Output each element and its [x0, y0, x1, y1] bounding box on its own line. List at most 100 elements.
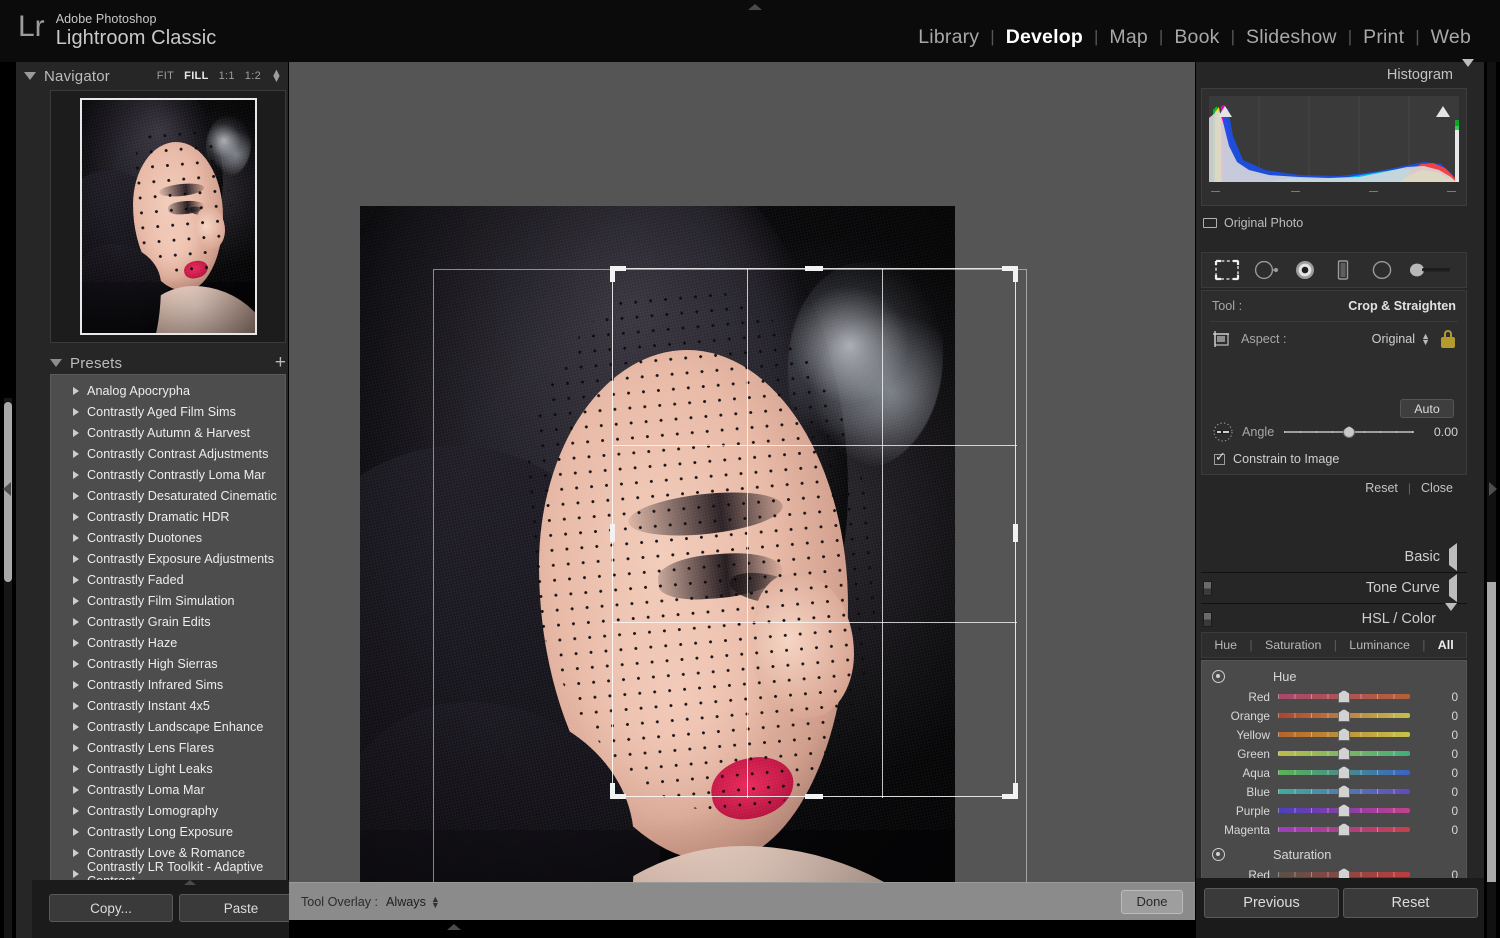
preset-group-item[interactable]: Contrastly Lomography — [51, 800, 285, 821]
tool-overlay-stepper-icon[interactable]: ▲ ▼ — [431, 894, 440, 909]
hsl-slider-aqua[interactable] — [1278, 766, 1410, 779]
collapse-left-panel-icon[interactable] — [3, 482, 11, 496]
section-tone-curve[interactable]: Tone Curve — [1201, 573, 1467, 603]
module-book[interactable]: Book — [1163, 24, 1230, 50]
preset-group-item[interactable]: Contrastly Lens Flares — [51, 737, 285, 758]
spot-removal-tool-icon[interactable] — [1253, 259, 1279, 281]
graduated-filter-tool-icon[interactable] — [1330, 259, 1356, 281]
image-canvas[interactable] — [289, 62, 1195, 882]
collapse-right-panel-icon[interactable] — [1489, 482, 1497, 496]
crop-handle-bottom-middle[interactable] — [805, 794, 823, 799]
adjustment-brush-tool-icon[interactable] — [1408, 259, 1454, 281]
topbar-collapse-arrow-icon[interactable] — [748, 4, 762, 10]
hsl-slider-value[interactable]: 0 — [1424, 747, 1458, 761]
preset-group-item[interactable]: Contrastly Haze — [51, 632, 285, 653]
hsl-tab-all[interactable]: All — [1438, 638, 1454, 652]
paste-button[interactable]: Paste — [179, 894, 303, 922]
hsl-slider-value[interactable]: 0 — [1424, 728, 1458, 742]
constrain-to-image-checkbox[interactable] — [1214, 450, 1226, 465]
hsl-tab-hue[interactable]: Hue — [1214, 638, 1237, 652]
preset-group-item[interactable]: Contrastly Instant 4x5 — [51, 695, 285, 716]
hsl-slider-knob[interactable] — [1338, 804, 1350, 817]
filmstrip-expand-icon[interactable] — [447, 924, 461, 930]
module-slideshow[interactable]: Slideshow — [1235, 24, 1348, 50]
right-scrollbar-thumb[interactable] — [1487, 582, 1496, 882]
highlight-clipping-indicator-icon[interactable] — [1436, 106, 1450, 117]
angle-slider[interactable] — [1284, 426, 1414, 438]
hsl-slider-magenta[interactable] — [1278, 823, 1410, 836]
hsl-slider-green[interactable] — [1278, 747, 1410, 760]
tool-overlay-value[interactable]: Always — [386, 895, 426, 909]
hsl-tab-saturation[interactable]: Saturation — [1265, 638, 1321, 652]
module-web[interactable]: Web — [1420, 24, 1482, 50]
targeted-adjustment-tool-icon[interactable] — [1212, 847, 1225, 861]
hsl-slider-yellow[interactable] — [1278, 728, 1410, 741]
crop-close-button[interactable]: Close — [1421, 481, 1453, 495]
crop-handle-bottom-left[interactable] — [610, 783, 615, 799]
hsl-slider-value[interactable]: 0 — [1424, 766, 1458, 780]
module-map[interactable]: Map — [1098, 24, 1159, 50]
hsl-tab-luminance[interactable]: Luminance — [1349, 638, 1410, 652]
navigator-header[interactable]: Navigator FIT FILL 1:1 1:2 ▲ ▼ — [16, 62, 288, 90]
histogram-plot[interactable] — [1209, 96, 1459, 182]
shadow-clipping-indicator-icon[interactable] — [1218, 106, 1232, 117]
hsl-slider-value[interactable]: 0 — [1424, 823, 1458, 837]
hsl-slider-knob[interactable] — [1338, 785, 1350, 798]
aspect-lock-icon[interactable] — [1440, 330, 1456, 348]
navigator-zoom-fill[interactable]: FILL — [184, 70, 208, 82]
hsl-slider-knob[interactable] — [1338, 709, 1350, 722]
hsl-slider-orange[interactable] — [1278, 709, 1410, 722]
preset-group-item[interactable]: Contrastly Grain Edits — [51, 611, 285, 632]
preset-group-item[interactable]: Contrastly Duotones — [51, 527, 285, 548]
navigator-preview-frame[interactable] — [50, 90, 286, 343]
preset-group-item[interactable]: Contrastly Contrast Adjustments — [51, 443, 285, 464]
hsl-slider-knob[interactable] — [1338, 690, 1350, 703]
crop-handle-top-right[interactable] — [1013, 266, 1018, 282]
crop-handle-top-middle[interactable] — [805, 266, 823, 271]
preset-group-item[interactable]: Contrastly Light Leaks — [51, 758, 285, 779]
red-eye-correction-tool-icon[interactable] — [1292, 259, 1318, 281]
preset-group-item[interactable]: Contrastly Loma Mar — [51, 779, 285, 800]
angle-value[interactable]: 0.00 — [1424, 425, 1458, 439]
angle-slider-knob[interactable] — [1343, 426, 1356, 438]
crop-handle-top-left[interactable] — [610, 266, 615, 282]
original-photo-row[interactable]: Original Photo — [1203, 212, 1467, 234]
hsl-slider-knob[interactable] — [1338, 728, 1350, 741]
hsl-slider-knob[interactable] — [1338, 747, 1350, 760]
preset-group-item[interactable]: Contrastly Long Exposure — [51, 821, 285, 842]
section-hsl-color[interactable]: HSL / Color — [1201, 603, 1467, 634]
hsl-slider-red[interactable] — [1278, 868, 1410, 881]
preset-group-item[interactable]: Contrastly Contrastly Loma Mar — [51, 464, 285, 485]
navigator-thumbnail[interactable] — [79, 98, 257, 335]
done-button[interactable]: Done — [1121, 889, 1183, 914]
preset-group-item[interactable]: Contrastly Film Simulation — [51, 590, 285, 611]
radial-filter-tool-icon[interactable] — [1369, 259, 1395, 281]
module-print[interactable]: Print — [1352, 24, 1415, 50]
crop-handle-left-middle[interactable] — [610, 523, 615, 542]
preset-group-item[interactable]: Contrastly Infrared Sims — [51, 674, 285, 695]
left-footer-collapse-icon[interactable] — [184, 880, 196, 885]
preset-group-item[interactable]: Contrastly Exposure Adjustments — [51, 548, 285, 569]
module-library[interactable]: Library — [907, 24, 990, 50]
auto-straighten-button[interactable]: Auto — [1400, 399, 1454, 418]
preset-group-item[interactable]: Contrastly Aged Film Sims — [51, 401, 285, 422]
preset-group-item[interactable]: Contrastly Desaturated Cinematic — [51, 485, 285, 506]
reset-button[interactable]: Reset — [1343, 888, 1478, 918]
presets-header[interactable]: Presets + — [50, 350, 286, 376]
section-basic[interactable]: Basic — [1201, 542, 1467, 572]
preset-group-item[interactable]: Contrastly High Sierras — [51, 653, 285, 674]
aspect-value[interactable]: Original — [1372, 332, 1415, 346]
navigator-zoom-fit[interactable]: FIT — [157, 70, 174, 82]
presets-list[interactable]: Analog Apocrypha Contrastly Aged Film Sim… — [50, 374, 286, 936]
preset-group-item[interactable]: Analog Apocrypha — [51, 380, 285, 401]
crop-frame-tool-icon[interactable] — [1212, 330, 1232, 348]
preset-group-item[interactable]: Contrastly Dramatic HDR — [51, 506, 285, 527]
crop-handle-right-middle[interactable] — [1013, 523, 1018, 542]
hsl-slider-blue[interactable] — [1278, 785, 1410, 798]
crop-reset-button[interactable]: Reset — [1365, 481, 1398, 495]
add-preset-icon[interactable]: + — [275, 353, 286, 372]
preset-group-item[interactable]: Contrastly Faded — [51, 569, 285, 590]
navigator-zoom-1-1[interactable]: 1:1 — [219, 70, 235, 82]
hsl-slider-purple[interactable] — [1278, 804, 1410, 817]
hsl-slider-knob[interactable] — [1338, 823, 1350, 836]
